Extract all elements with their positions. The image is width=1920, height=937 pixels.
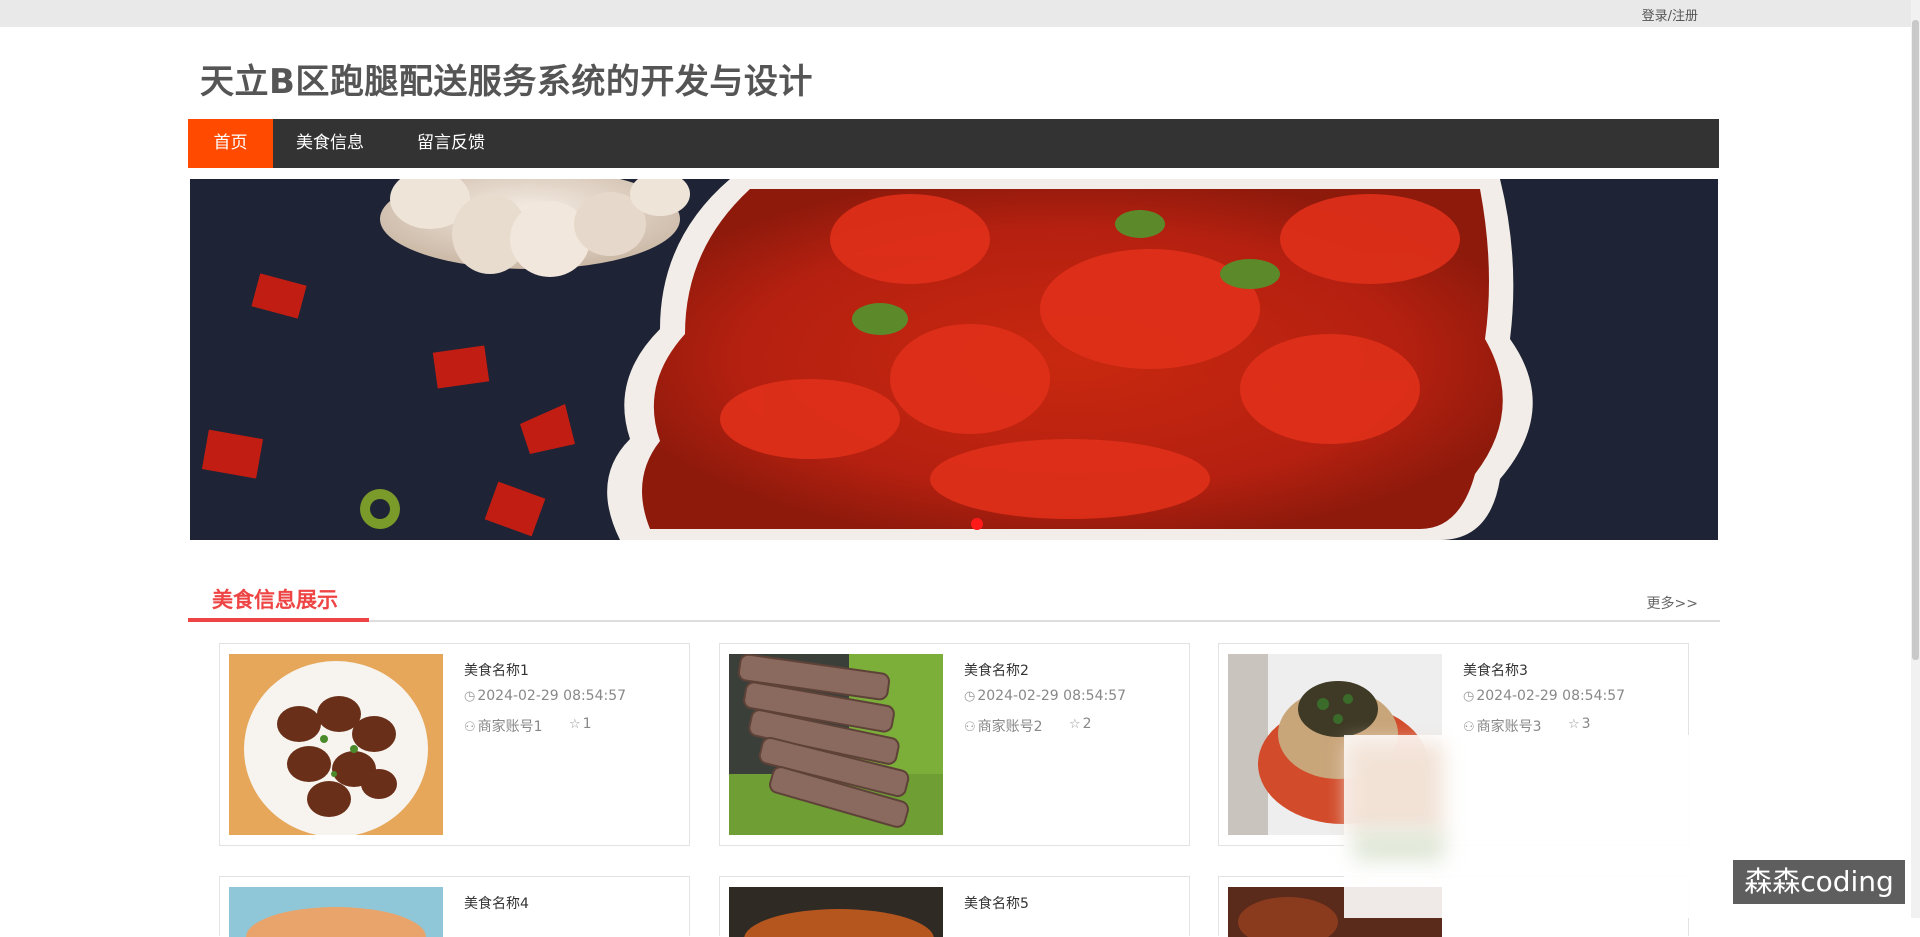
food-time: 2024-02-29 08:54:57 bbox=[977, 688, 1127, 704]
food-fav-count: 2 bbox=[1082, 716, 1092, 732]
section-title: 美食信息展示 bbox=[212, 588, 338, 612]
main-nav: 首页 美食信息 留言反馈 bbox=[188, 119, 1719, 168]
food-name[interactable]: 美食名称5 bbox=[964, 893, 1029, 913]
food-fav-count: 1 bbox=[582, 716, 592, 732]
food-name[interactable]: 美食名称1 bbox=[464, 660, 529, 680]
food-name[interactable]: 美食名称2 bbox=[964, 660, 1029, 680]
nav-item-feedback[interactable]: 留言反馈 bbox=[417, 119, 485, 168]
food-card[interactable]: 美食名称1 ◷ 2024-02-29 08:54:57 ⚇ 商家账号1 ☆ 1 bbox=[219, 643, 690, 846]
food-owner: 商家账号2 bbox=[977, 719, 1043, 735]
food-time: 2024-02-29 08:54:57 bbox=[477, 688, 627, 704]
more-link[interactable]: 更多>> bbox=[1647, 593, 1698, 613]
user-icon: ⚇ bbox=[464, 720, 476, 735]
banner-carousel[interactable] bbox=[190, 179, 1718, 540]
clock-icon: ◷ bbox=[1463, 689, 1475, 704]
food-owner: 商家账号1 bbox=[477, 719, 543, 735]
food-name[interactable]: 美食名称3 bbox=[1463, 660, 1528, 680]
star-icon: ☆ bbox=[1069, 717, 1081, 732]
site-title: 天立B区跑腿配送服务系统的开发与设计 bbox=[200, 62, 813, 102]
star-icon: ☆ bbox=[1568, 717, 1580, 732]
nav-item-food-info[interactable]: 美食信息 bbox=[296, 119, 364, 168]
food-thumbnail bbox=[229, 887, 443, 937]
nav-item-home[interactable]: 首页 bbox=[188, 119, 273, 168]
food-card[interactable]: 美食名称4 bbox=[219, 876, 690, 937]
page-scrollbar[interactable] bbox=[1911, 0, 1920, 918]
section-divider bbox=[188, 620, 1720, 622]
login-register-link[interactable]: 登录/注册 bbox=[1642, 5, 1698, 24]
clock-icon: ◷ bbox=[464, 689, 476, 704]
food-owner: 商家账号3 bbox=[1476, 719, 1542, 735]
watermark: 森森coding bbox=[1733, 860, 1905, 904]
top-bar: 登录/注册 bbox=[0, 0, 1920, 27]
blur-overlay bbox=[1344, 735, 1704, 918]
user-icon: ⚇ bbox=[1463, 720, 1475, 735]
star-icon: ☆ bbox=[569, 717, 581, 732]
food-thumbnail bbox=[729, 654, 943, 835]
food-card[interactable]: 美食名称5 bbox=[719, 876, 1190, 937]
banner-image bbox=[190, 179, 1718, 540]
carousel-dot[interactable] bbox=[971, 518, 983, 530]
food-time: 2024-02-29 08:54:57 bbox=[1476, 688, 1626, 704]
user-icon: ⚇ bbox=[964, 720, 976, 735]
section-title-underline bbox=[188, 618, 369, 622]
scrollbar-thumb[interactable] bbox=[1912, 20, 1919, 660]
food-thumbnail bbox=[729, 887, 943, 937]
clock-icon: ◷ bbox=[964, 689, 976, 704]
food-card[interactable]: 美食名称2 ◷ 2024-02-29 08:54:57 ⚇ 商家账号2 ☆ 2 bbox=[719, 643, 1190, 846]
food-fav-count: 3 bbox=[1581, 716, 1591, 732]
food-name[interactable]: 美食名称4 bbox=[464, 893, 529, 913]
food-thumbnail bbox=[229, 654, 443, 835]
